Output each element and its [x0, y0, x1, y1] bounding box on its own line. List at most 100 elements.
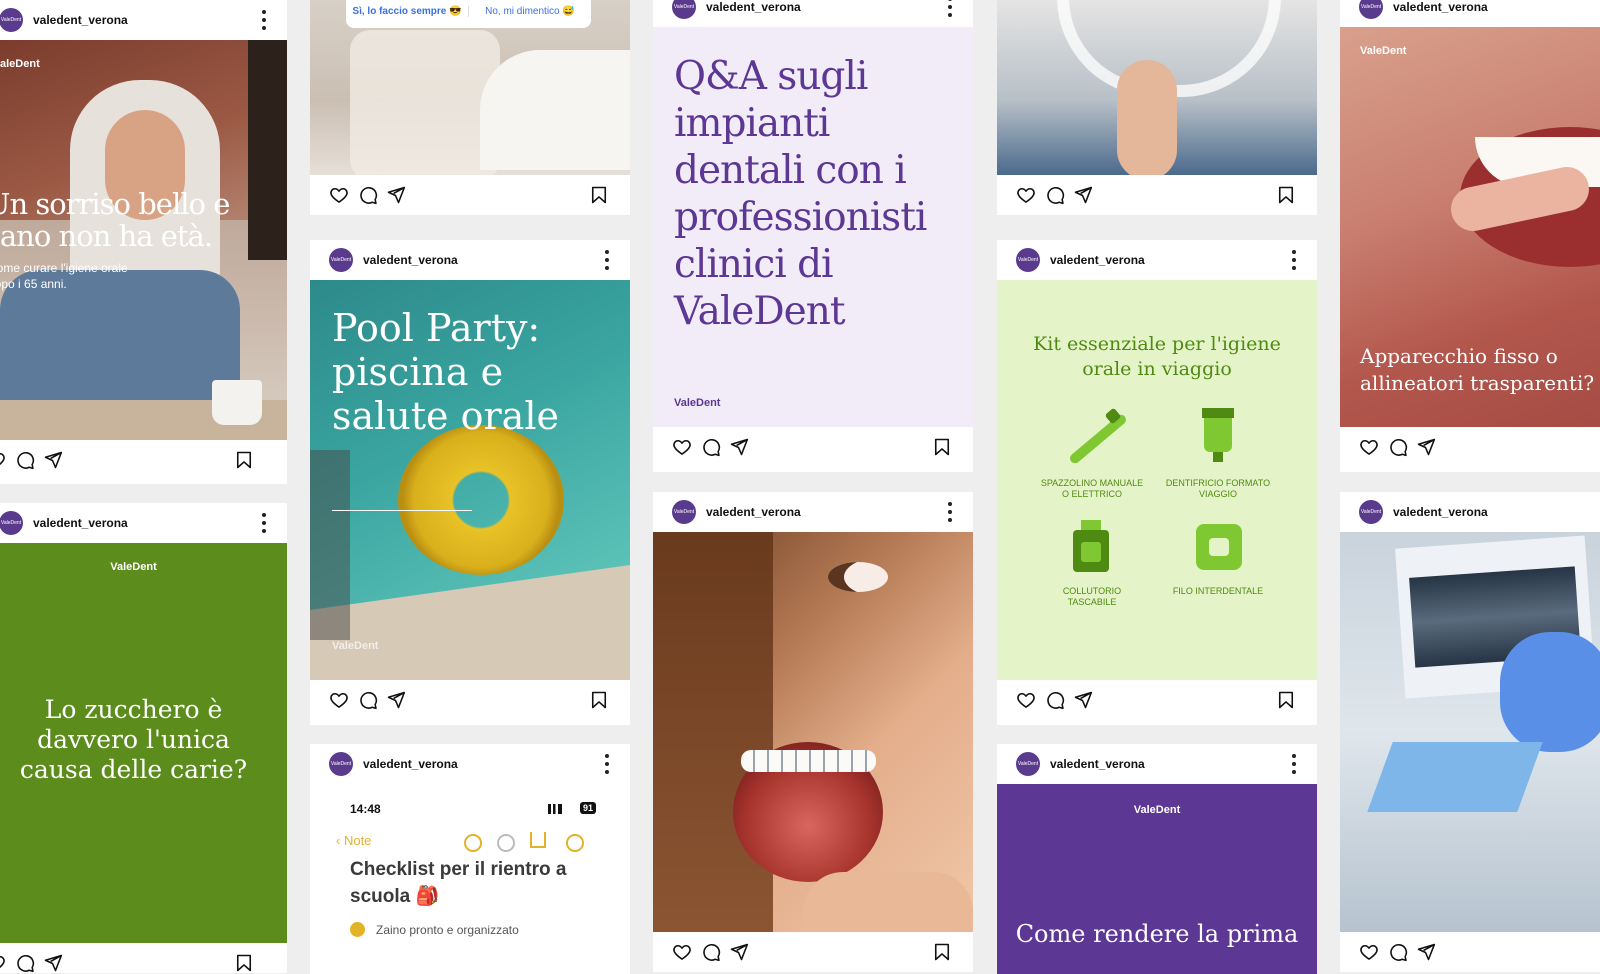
share-icon[interactable]	[386, 185, 406, 205]
check-icon[interactable]	[350, 922, 365, 937]
like-icon[interactable]	[1016, 185, 1036, 205]
share-note-icon[interactable]	[530, 832, 546, 848]
share-icon[interactable]	[1416, 437, 1436, 457]
like-icon[interactable]	[0, 450, 6, 470]
post-image-bottle[interactable]: Sì, lo faccio sempre 😎 No, mi dimentico …	[310, 0, 630, 175]
comment-icon[interactable]	[701, 437, 721, 457]
share-icon[interactable]	[43, 450, 63, 470]
save-icon[interactable]	[589, 690, 609, 710]
woman-shirt	[0, 270, 240, 420]
like-icon[interactable]	[329, 690, 349, 710]
username[interactable]: valedent_verona	[1393, 0, 1488, 14]
post-card-xray: ValeDent valedent_verona	[1340, 492, 1600, 972]
post-image-dental-xray[interactable]	[1340, 532, 1600, 932]
post-image-aligner[interactable]	[997, 0, 1317, 175]
save-icon[interactable]	[589, 185, 609, 205]
comment-icon[interactable]	[358, 690, 378, 710]
post-card-checklist: ValeDent valedent_verona 14:48 91 ‹ Note…	[310, 744, 630, 974]
share-icon[interactable]	[1073, 185, 1093, 205]
comment-icon[interactable]	[1045, 690, 1065, 710]
back-to-notes-button[interactable]: ‹ Note	[336, 833, 371, 848]
avatar[interactable]: ValeDent	[672, 500, 696, 524]
share-icon[interactable]	[1416, 942, 1436, 962]
username[interactable]: valedent_verona	[706, 0, 801, 14]
post-image-aligner-closeup[interactable]: ValeDent Apparecchio fisso o allineatori…	[1340, 27, 1600, 427]
share-icon[interactable]	[43, 953, 63, 973]
like-icon[interactable]	[1359, 942, 1379, 962]
more-options-icon[interactable]	[1291, 754, 1297, 774]
share-icon[interactable]	[729, 437, 749, 457]
eye	[828, 562, 888, 592]
post-headline: Lo zucchero è davvero l'unica causa dell…	[19, 695, 248, 784]
post-card-pool-party: ValeDent valedent_verona Pool Party: pis…	[310, 240, 630, 725]
save-icon[interactable]	[1276, 690, 1296, 710]
save-icon[interactable]	[1276, 185, 1296, 205]
comment-icon[interactable]	[15, 953, 35, 973]
username[interactable]: valedent_verona	[1050, 757, 1145, 771]
poll-option-yes[interactable]: Sì, lo faccio sempre 😎	[346, 5, 469, 17]
username[interactable]: valedent_verona	[33, 516, 128, 530]
undo-icon[interactable]	[464, 834, 482, 852]
post-headline: Kit essenziale per l'igiene orale in via…	[1033, 333, 1281, 380]
post-image-qa[interactable]: Q&A sugli impianti dentali con i profess…	[653, 27, 973, 427]
avatar[interactable]: ValeDent	[672, 0, 696, 19]
avatar[interactable]: ValeDent	[1359, 500, 1383, 524]
username[interactable]: valedent_verona	[706, 505, 801, 519]
post-image-notes-screenshot[interactable]: 14:48 91 ‹ Note Checklist per il rientro…	[310, 784, 630, 974]
save-icon[interactable]	[234, 953, 254, 973]
post-actions	[0, 943, 287, 973]
post-image-senior-woman[interactable]: aleDent Un sorriso bello e sano non ha e…	[0, 40, 287, 440]
more-options-icon[interactable]	[604, 754, 610, 774]
more-options-icon[interactable]	[947, 0, 953, 17]
poll-option-no[interactable]: No, mi dimentico 😅	[469, 6, 591, 17]
more-options-icon[interactable]	[947, 502, 953, 522]
like-icon[interactable]	[672, 437, 692, 457]
brand-logo: ValeDent	[110, 561, 157, 573]
avatar[interactable]: ValeDent	[1359, 0, 1383, 19]
more-options-icon[interactable]	[261, 10, 267, 30]
save-icon[interactable]	[932, 437, 952, 457]
comment-icon[interactable]	[1388, 437, 1408, 457]
avatar[interactable]: ValeDent	[0, 8, 23, 32]
redo-icon[interactable]	[497, 834, 515, 852]
post-image-first-visit[interactable]: ValeDent Come rendere la prima	[997, 784, 1317, 974]
avatar[interactable]: ValeDent	[0, 511, 23, 535]
share-icon[interactable]	[1073, 690, 1093, 710]
username[interactable]: valedent_verona	[1393, 505, 1488, 519]
comment-icon[interactable]	[1388, 942, 1408, 962]
comment-icon[interactable]	[358, 185, 378, 205]
post-header: ValeDent valedent_verona	[310, 744, 630, 784]
share-icon[interactable]	[386, 690, 406, 710]
username[interactable]: valedent_verona	[33, 13, 128, 27]
post-card-senior-smile: ValeDent valedent_verona aleDent Un sorr…	[0, 0, 287, 484]
avatar[interactable]: ValeDent	[1016, 752, 1040, 776]
post-actions	[1340, 932, 1600, 972]
post-image-travel-kit[interactable]: Kit essenziale per l'igiene orale in via…	[997, 280, 1317, 680]
save-icon[interactable]	[932, 942, 952, 962]
more-options-icon[interactable]	[261, 513, 267, 533]
post-image-pool[interactable]: Pool Party: piscina e salute orale ValeD…	[310, 280, 630, 680]
username[interactable]: valedent_verona	[363, 253, 458, 267]
username[interactable]: valedent_verona	[363, 757, 458, 771]
share-icon[interactable]	[729, 942, 749, 962]
like-icon[interactable]	[1016, 690, 1036, 710]
more-options-icon[interactable]	[1291, 250, 1297, 270]
like-icon[interactable]	[0, 953, 6, 973]
post-image-sugar[interactable]: ValeDent Lo zucchero è davvero l'unica c…	[0, 543, 287, 943]
avatar[interactable]: ValeDent	[329, 248, 353, 272]
like-icon[interactable]	[329, 185, 349, 205]
more-note-icon[interactable]	[566, 834, 584, 852]
avatar[interactable]: ValeDent	[329, 752, 353, 776]
like-icon[interactable]	[672, 942, 692, 962]
comment-icon[interactable]	[1045, 185, 1065, 205]
like-icon[interactable]	[1359, 437, 1379, 457]
comment-icon[interactable]	[15, 450, 35, 470]
username[interactable]: valedent_verona	[1050, 253, 1145, 267]
post-header: ValeDent valedent_verona	[1340, 492, 1600, 532]
comment-icon[interactable]	[701, 942, 721, 962]
avatar[interactable]: ValeDent	[1016, 248, 1040, 272]
brand-logo: ValeDent	[332, 640, 379, 652]
save-icon[interactable]	[234, 450, 254, 470]
post-image-braces-smile[interactable]	[653, 532, 973, 932]
more-options-icon[interactable]	[604, 250, 610, 270]
